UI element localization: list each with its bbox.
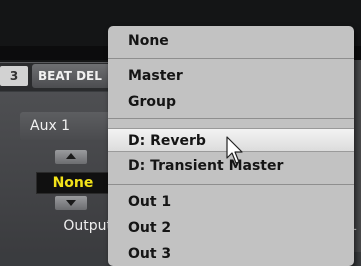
menu-item-group[interactable]: Group (108, 90, 354, 114)
step-down-button[interactable] (55, 196, 87, 210)
menu-item-out-1[interactable]: Out 1 (108, 190, 354, 214)
arrow-down-icon (66, 200, 76, 206)
menu-item-out-2[interactable]: Out 2 (108, 216, 354, 240)
arrow-up-icon (66, 153, 76, 159)
tab-index[interactable]: 3 (0, 66, 28, 86)
tab-beat-delay[interactable]: BEAT DEL (32, 64, 118, 88)
mouse-cursor-icon (226, 136, 243, 164)
menu-item-none[interactable]: None (108, 29, 354, 53)
menu-separator (108, 118, 354, 119)
menu-item-master[interactable]: Master (108, 64, 354, 88)
output-label: Output (63, 218, 112, 234)
step-up-button[interactable] (55, 150, 87, 164)
output-value-field[interactable]: None (36, 172, 110, 194)
menu-item-out-3[interactable]: Out 3 (108, 242, 354, 266)
menu-separator (108, 58, 354, 59)
menu-separator (108, 184, 354, 185)
